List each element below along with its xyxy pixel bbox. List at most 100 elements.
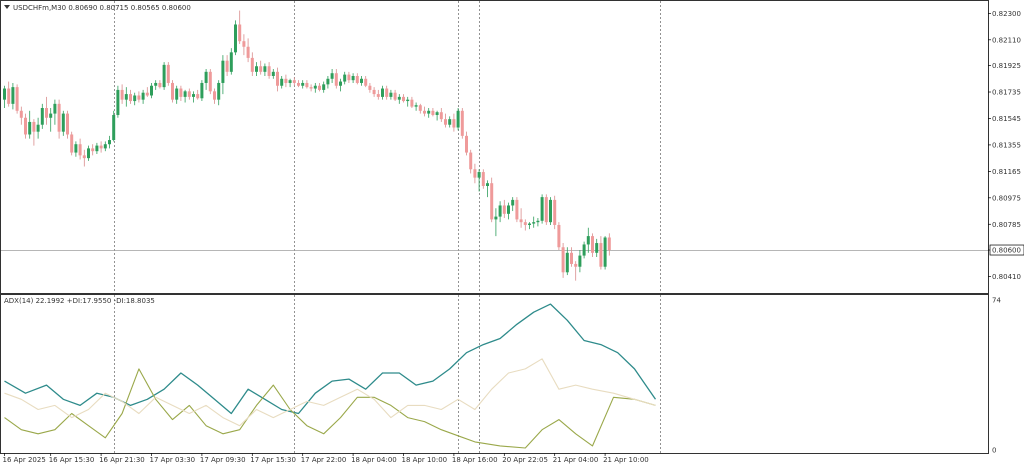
candle-body [385, 88, 389, 97]
time-axis-label: 17 Apr 03:30 [150, 456, 196, 464]
adx-panel-title: ADX(14) 22.1992 +DI:17.9550 -DI:18.8035 [4, 297, 155, 305]
candle-body [124, 94, 128, 100]
candle-body [162, 64, 166, 88]
candle-body [11, 87, 15, 104]
candle-body [297, 82, 300, 86]
candle-body [78, 144, 82, 156]
candle-body [557, 224, 561, 248]
candle-body [427, 110, 431, 114]
candle-body [175, 88, 179, 100]
candle-body [234, 24, 237, 53]
candle-body [334, 73, 338, 86]
candle-body [507, 205, 510, 214]
price-axis-label: 0.81165 [992, 168, 1021, 176]
chart-svg[interactable]: 0.82300 0.82110 0.81925 0.81735 0.81545 0.813… [0, 0, 1024, 467]
time-axis-label: 16 Apr 15:30 [49, 456, 95, 464]
candle-body [309, 87, 313, 89]
candle-body [158, 82, 162, 88]
candle-body [481, 172, 485, 186]
candle-body [171, 82, 174, 100]
candle-body [271, 71, 275, 76]
candle-body [452, 119, 456, 128]
candle-body [460, 110, 464, 136]
candle-body [225, 60, 229, 72]
candle-body [574, 263, 578, 267]
candle-body [276, 71, 279, 86]
candle-body [347, 74, 351, 81]
candle-body [204, 71, 208, 83]
candle-body [381, 88, 384, 97]
time-axis-label: 21 Apr 04:00 [553, 456, 599, 464]
candle-body [469, 152, 473, 170]
candle-body [515, 199, 519, 220]
candle-body [284, 78, 288, 83]
candle-body [61, 113, 65, 132]
candle-body [486, 183, 489, 186]
candle-body [19, 110, 23, 118]
price-axis-label: 0.81355 [992, 141, 1021, 149]
candle-body [544, 197, 548, 223]
candle-body [246, 46, 250, 58]
candle-body [137, 95, 141, 100]
candle-body [305, 82, 309, 88]
candle-body [376, 94, 380, 97]
candle-body [431, 110, 435, 115]
candle-body [465, 135, 468, 153]
candle-body [330, 73, 334, 79]
candle-body [477, 172, 481, 178]
candle-body [343, 74, 347, 82]
candle-body [313, 85, 317, 89]
price-axis-label: 0.82300 [992, 10, 1021, 18]
candle-body [368, 85, 372, 90]
time-axis-label: 17 Apr 22:00 [301, 456, 347, 464]
candle-body [519, 219, 523, 223]
candle-body [591, 236, 594, 253]
candle-body [259, 66, 263, 72]
candle-body [141, 92, 145, 100]
price-axis-label: 0.80975 [992, 194, 1021, 202]
price-axis-label: 0.81735 [992, 89, 1021, 97]
candle-body [435, 112, 439, 115]
price-axis-label: 0.82110 [992, 36, 1021, 44]
candle-body [570, 252, 573, 264]
candle-body [423, 110, 426, 114]
candle-body [145, 92, 149, 96]
chart-window[interactable]: 0.82300 0.82110 0.81925 0.81735 0.81545 0.813… [0, 0, 1024, 467]
candle-body [582, 244, 586, 256]
candle-body [49, 113, 53, 118]
candle-body [607, 237, 611, 251]
candle-body [3, 88, 6, 100]
candle-body [292, 80, 296, 83]
candle-body [301, 82, 305, 86]
price-panel-title-text: USDCHFm,M30 0.80690 0.80715 0.80565 0.80… [13, 4, 191, 12]
time-axis-label: 21 Apr 10:00 [603, 456, 649, 464]
time-axis-label: 16 Apr 21:30 [99, 456, 145, 464]
candle-body [28, 121, 32, 135]
candle-body [166, 64, 170, 83]
candle-body [187, 91, 191, 97]
candle-body [595, 243, 599, 253]
candle-body [217, 82, 221, 100]
candle-body [360, 78, 363, 83]
candle-body [326, 78, 330, 85]
candle-body [213, 91, 216, 100]
candle-body [322, 84, 326, 90]
candle-body [267, 66, 271, 76]
candle-body [99, 145, 103, 149]
candle-body [82, 155, 86, 159]
candle-body [490, 183, 494, 220]
candle-body [95, 145, 99, 152]
candle-body [402, 96, 405, 102]
candle-body [179, 88, 183, 97]
candle-body [45, 108, 48, 118]
candle-body [494, 216, 498, 220]
candle-body [393, 92, 397, 100]
candle-body [498, 205, 502, 217]
candle-body [397, 96, 401, 100]
candle-body [532, 222, 536, 224]
candle-body [355, 76, 359, 83]
time-axis-label: 18 Apr 10:00 [402, 456, 448, 464]
candle-body [599, 243, 603, 267]
candle-body [57, 103, 61, 132]
candle-body [91, 148, 95, 152]
